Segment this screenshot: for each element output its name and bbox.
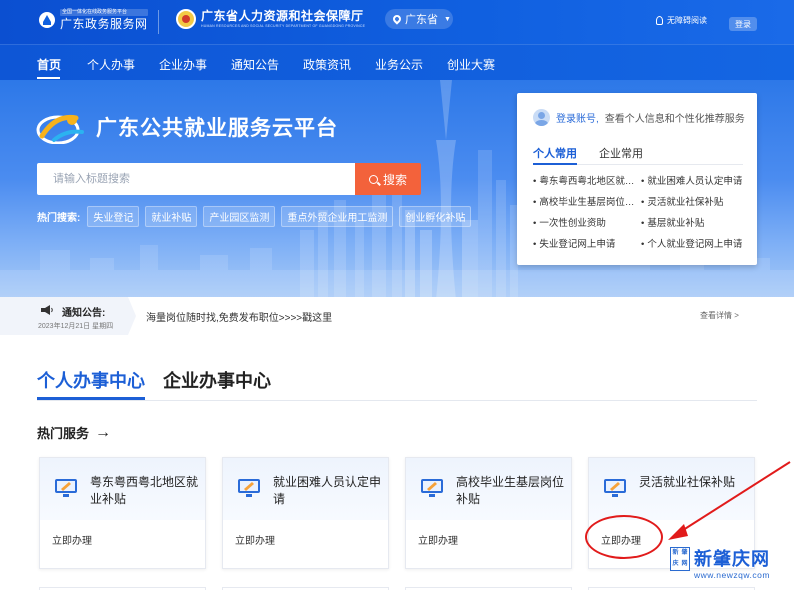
top-header: 全国一体化在线政务服务平台 广东政务服务网 广东省人力资源和社会保障厅 HUMA…	[0, 0, 794, 44]
region-label: 广东省	[405, 14, 438, 26]
avatar-icon	[533, 109, 550, 126]
watermark-logo: 新 肇 庆 网	[670, 547, 690, 571]
nav-active-underline	[37, 77, 60, 79]
monitor-edit-icon	[238, 479, 260, 497]
hot-tag-incubation-subsidy[interactable]: 创业孵化补贴	[399, 206, 472, 227]
nav-item-publicity[interactable]: 业务公示	[375, 56, 423, 73]
nav-item-policy[interactable]: 政策资讯	[303, 56, 351, 73]
dept-name-en: HUMAN RESOURCES AND SOCIAL SECURITY DEPA…	[201, 23, 366, 28]
accessibility-label: 无障碍阅读	[667, 16, 707, 25]
region-selector[interactable]: 广东省 ▼	[385, 9, 453, 29]
watermark-char: 新	[672, 550, 679, 556]
card-title: 就业困难人员认定申请	[273, 475, 382, 506]
list-item[interactable]: 个人就业登记网上申请	[641, 236, 747, 250]
gov-logo-name: 广东政务服务网	[60, 17, 148, 31]
monitor-edit-icon	[604, 479, 626, 497]
notice-more-link[interactable]: 查看详情 >	[700, 310, 739, 321]
service-card[interactable]: 高校毕业生基层岗位补贴 立即办理	[405, 457, 572, 569]
tab-personal-common[interactable]: 个人常用	[533, 145, 577, 161]
watermark-char: 网	[681, 561, 688, 567]
list-item[interactable]: 失业登记网上申请	[533, 236, 641, 250]
center-tabs: 个人办事中心 企业办事中心	[37, 367, 271, 393]
list-item[interactable]: 就业困难人员认定申请	[641, 173, 747, 187]
location-pin-icon	[391, 13, 403, 25]
card-title: 粤东粤西粤北地区就业补贴	[90, 475, 199, 506]
notice-arrow	[128, 297, 136, 335]
accessibility-link[interactable]: 无障碍阅读	[656, 15, 707, 26]
hot-tag-unemployment-reg[interactable]: 失业登记	[87, 206, 140, 227]
hot-services-heading[interactable]: 热门服务 →	[37, 423, 111, 442]
notice-bar: 通知公告: 2023年12月21日 星期四 海量岗位随时找,免费发布职位>>>>…	[0, 297, 794, 335]
tab-enterprise-common[interactable]: 企业常用	[599, 145, 643, 161]
tab-enterprise-center[interactable]: 企业办事中心	[163, 367, 271, 393]
login-account-link[interactable]: 登录账号,	[556, 110, 599, 125]
site-watermark: 新 肇 庆 网 新肇庆网 www.newzqw.com	[668, 545, 786, 585]
panel-tab-underline	[533, 163, 577, 165]
notice-message[interactable]: 海量岗位随时找,免费发布职位>>>>戳这里	[146, 309, 332, 324]
monitor-edit-icon	[421, 479, 443, 497]
tab-personal-center[interactable]: 个人办事中心	[37, 367, 145, 393]
platform-title: 广东公共就业服务云平台	[96, 117, 338, 140]
hot-tag-employment-subsidy[interactable]: 就业补贴	[145, 206, 198, 227]
hot-tag-foreign-trade[interactable]: 重点外贸企业用工监测	[281, 206, 394, 227]
card-action[interactable]: 立即办理	[235, 532, 275, 547]
nav-item-home[interactable]: 首页	[37, 56, 61, 73]
search-bar: 搜索	[37, 163, 421, 195]
gov-logo-tagline: 全国一体化在线政务服务平台	[60, 9, 148, 16]
dept-emblem-icon	[176, 9, 196, 29]
search-button[interactable]: 搜索	[355, 163, 421, 195]
service-card[interactable]: 粤东粤西粤北地区就业补贴 立即办理	[39, 457, 206, 569]
hot-services-title: 热门服务	[37, 426, 90, 441]
login-hint: 查看个人信息和个性化推荐服务	[604, 114, 745, 125]
center-divider	[37, 400, 757, 401]
hot-tag-industrial-park[interactable]: 产业园区监测	[203, 206, 276, 227]
monitor-edit-icon	[55, 479, 77, 497]
watermark-name: 新肇庆网	[694, 549, 770, 569]
panel-tabs: 个人常用 企业常用	[533, 145, 743, 165]
card-action[interactable]: 立即办理	[418, 532, 458, 547]
platform-logo-icon	[36, 114, 84, 144]
lightbulb-icon	[656, 16, 663, 25]
card-title: 灵活就业社保补贴	[639, 475, 736, 489]
main-nav: 首页 个人办事 企业办事 通知公告 政策资讯 业务公示 创业大赛	[0, 44, 794, 80]
card-action[interactable]: 立即办理	[52, 532, 92, 547]
megaphone-icon	[41, 305, 53, 315]
notice-label: 通知公告:	[62, 308, 106, 319]
search-button-label: 搜索	[382, 172, 407, 187]
nav-item-enterprise[interactable]: 企业办事	[159, 56, 207, 73]
dept-name: 广东省人力资源和社会保障厅	[201, 8, 364, 23]
gov-emblem-icon	[39, 11, 55, 28]
watermark-char: 庆	[672, 561, 679, 567]
card-title: 高校毕业生基层岗位补贴	[456, 475, 565, 506]
login-button[interactable]: 登录	[729, 17, 757, 31]
list-item[interactable]: 一次性创业资助	[533, 215, 641, 229]
chevron-down-icon: ▼	[444, 15, 451, 23]
search-icon	[368, 174, 378, 184]
list-item[interactable]: 粤东粤西粤北地区就业补贴	[533, 173, 641, 187]
header-divider	[158, 10, 159, 34]
list-item[interactable]: 灵活就业社保补贴	[641, 194, 747, 208]
watermark-url: www.newzqw.com	[694, 570, 770, 580]
notice-label-box: 通知公告: 2023年12月21日 星期四	[0, 297, 128, 335]
watermark-char: 肇	[681, 550, 688, 556]
dept-logo[interactable]: 广东省人力资源和社会保障厅 HUMAN RESOURCES AND SOCIAL…	[176, 9, 365, 29]
service-card[interactable]: 就业困难人员认定申请 立即办理	[222, 457, 389, 569]
list-item[interactable]: 高校毕业生基层岗位补贴	[533, 194, 641, 208]
hot-searches: 热门搜索: 失业登记 就业补贴 产业园区监测 重点外贸企业用工监测 创业孵化补贴	[37, 206, 472, 227]
list-item[interactable]: 基层就业补贴	[641, 215, 747, 229]
notice-date: 2023年12月21日 星期四	[38, 323, 114, 330]
annotation-circle	[585, 515, 663, 559]
nav-item-contest[interactable]: 创业大赛	[447, 56, 495, 73]
nav-item-notices[interactable]: 通知公告	[231, 56, 279, 73]
platform-brand: 广东公共就业服务云平台	[36, 110, 338, 144]
quick-access-panel: 登录账号, 查看个人信息和个性化推荐服务 个人常用 企业常用 粤东粤西粤北地区就…	[517, 93, 757, 265]
nav-item-personal[interactable]: 个人办事	[87, 56, 135, 73]
hot-search-label: 热门搜索:	[37, 213, 81, 224]
common-services-list: 粤东粤西粤北地区就业补贴 就业困难人员认定申请 高校毕业生基层岗位补贴 灵活就业…	[533, 173, 747, 250]
arrow-right-icon: →	[95, 423, 112, 441]
search-input[interactable]	[37, 163, 355, 195]
gov-service-logo[interactable]: 全国一体化在线政务服务平台 广东政务服务网	[38, 9, 148, 30]
